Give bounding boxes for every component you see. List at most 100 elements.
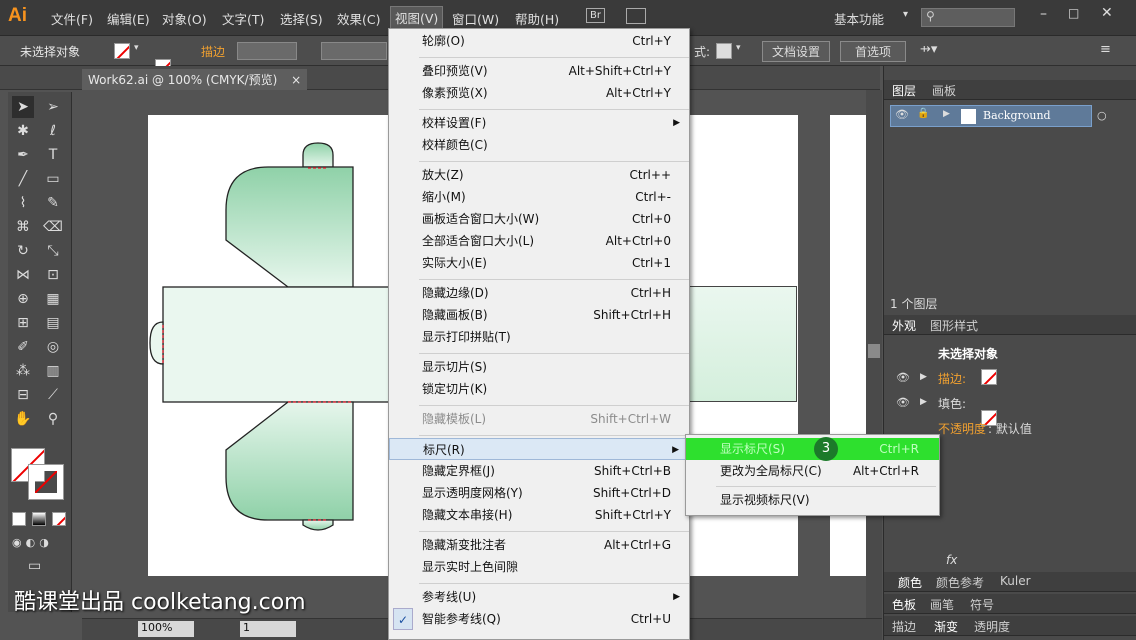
maximize-icon[interactable]: □ [1068, 6, 1079, 20]
menu-item-show-slices[interactable]: 显示切片(S) [389, 356, 689, 378]
gradient-mode-icon[interactable] [32, 512, 46, 526]
menu-item-hide-gradient-annotator[interactable]: 隐藏渐变批注者 Alt+Ctrl+G [389, 534, 689, 556]
scrollbar-thumb[interactable] [868, 344, 880, 358]
layer-name[interactable]: Background [983, 109, 1051, 122]
menu-help[interactable]: 帮助(H) [515, 9, 559, 28]
menu-view[interactable]: 视图(V) [390, 6, 444, 29]
selection-tool-icon[interactable]: ➤ [12, 96, 34, 118]
line-tool-icon[interactable]: ╱ [12, 168, 34, 190]
fill-swatch[interactable] [114, 43, 130, 59]
tab-kuler[interactable]: Kuler [1000, 574, 1031, 588]
preferences-button[interactable]: 首选项 [840, 41, 907, 62]
tab-graphic-styles[interactable]: 图形样式 [930, 317, 978, 334]
document-tab-close-icon[interactable]: × [291, 73, 301, 87]
stroke-visibility-icon[interactable]: 👁 [896, 371, 910, 384]
tab-gradient[interactable]: 渐变 [934, 618, 958, 635]
menu-item-fit-all[interactable]: 全部适合窗口大小(L) Alt+Ctrl+0 [389, 230, 689, 252]
slice-tool-icon[interactable]: ⟋ [42, 384, 64, 406]
stroke-weight-field[interactable] [237, 42, 297, 60]
menu-item-hide-text-threads[interactable]: 隐藏文本串接(H) Shift+Ctrl+Y [389, 504, 689, 526]
workspace-switcher[interactable]: 基本功能 [834, 9, 884, 28]
page-field[interactable]: 1 [240, 621, 296, 637]
fill-expand-icon[interactable]: ▶ [920, 397, 927, 407]
panel-menu-icon[interactable]: ≡ [1100, 42, 1111, 57]
expand-triangle-icon[interactable]: ▶ [943, 109, 950, 119]
scale-tool-icon[interactable]: ⤡ [42, 240, 64, 262]
menu-effect[interactable]: 效果(C) [337, 9, 380, 28]
width-tool-icon[interactable]: ⋈ [12, 264, 34, 286]
draw-inside-icon[interactable]: ◑ [39, 536, 49, 549]
tab-swatches[interactable]: 色板 [892, 596, 916, 613]
draw-behind-icon[interactable]: ◐ [26, 536, 36, 549]
free-transform-tool-icon[interactable]: ⊡ [42, 264, 64, 286]
appearance-stroke-swatch[interactable] [981, 369, 997, 385]
mesh-tool-icon[interactable]: ⊞ [12, 312, 34, 334]
target-circle-icon[interactable]: ○ [1097, 109, 1107, 122]
column-graph-tool-icon[interactable]: ▥ [42, 360, 64, 382]
eraser-tool-icon[interactable]: ⌫ [42, 216, 64, 238]
menu-select[interactable]: 选择(S) [280, 9, 323, 28]
tab-layers[interactable]: 图层 [892, 82, 916, 99]
menu-item-proof-colors[interactable]: 校样颜色(C) [389, 134, 689, 156]
color-mode-icon[interactable] [12, 512, 26, 526]
menu-object[interactable]: 对象(O) [162, 9, 207, 28]
hand-tool-icon[interactable]: ✋ [12, 408, 34, 430]
tab-symbols[interactable]: 符号 [970, 596, 994, 613]
document-tab[interactable]: Work62.ai @ 100% (CMYK/预览) × [82, 69, 308, 90]
bridge-button[interactable]: Br [586, 8, 605, 23]
stroke-color-box[interactable] [28, 464, 64, 500]
menu-item-outline[interactable]: 轮廓(O) Ctrl+Y [389, 30, 689, 52]
menu-item-zoom-in[interactable]: 放大(Z) Ctrl++ [389, 164, 689, 186]
menu-item-lock-slices[interactable]: 锁定切片(K) [389, 378, 689, 400]
variable-width-field[interactable] [321, 42, 387, 60]
fill-visibility-icon[interactable]: 👁 [896, 396, 910, 409]
menu-item-show-print-tiling[interactable]: 显示打印拼贴(T) [389, 326, 689, 348]
appearance-opacity-label[interactable]: 不透明度 [938, 420, 986, 437]
menu-edit[interactable]: 编辑(E) [107, 9, 150, 28]
menu-item-show-live-paint-gaps[interactable]: 显示实时上色间隙 [389, 556, 689, 578]
menu-type[interactable]: 文字(T) [222, 9, 264, 28]
menu-item-actual-size[interactable]: 实际大小(E) Ctrl+1 [389, 252, 689, 274]
magic-wand-tool-icon[interactable]: ✱ [12, 120, 34, 142]
menu-item-guides[interactable]: 参考线(U) ▶ [389, 586, 689, 608]
rectangle-tool-icon[interactable]: ▭ [42, 168, 64, 190]
stroke-expand-icon[interactable]: ▶ [920, 372, 927, 382]
menu-item-fit-artboard[interactable]: 画板适合窗口大小(W) Ctrl+0 [389, 208, 689, 230]
blob-brush-tool-icon[interactable]: ⌘ [12, 216, 34, 238]
arrange-documents-icon[interactable] [626, 8, 646, 24]
screen-mode-icon[interactable]: ▭ [28, 558, 41, 574]
symbol-sprayer-tool-icon[interactable]: ⁂ [12, 360, 34, 382]
fill-chevron-icon[interactable]: ▾ [134, 43, 139, 53]
isolation-icon[interactable]: ⇸▾ [920, 42, 937, 57]
direct-selection-tool-icon[interactable]: ➢ [42, 96, 64, 118]
tab-stroke[interactable]: 描边 [892, 618, 916, 635]
document-setup-button[interactable]: 文档设置 [762, 41, 831, 62]
workspace-chevron-icon[interactable]: ▾ [903, 9, 908, 20]
submenu-item-show-rulers[interactable]: 显示标尺(S) Ctrl+R 3 [686, 437, 939, 461]
menu-item-proof-setup[interactable]: 校样设置(F) ▶ [389, 112, 689, 134]
search-input[interactable]: ⚲ [921, 8, 1015, 27]
zoom-tool-icon[interactable]: ⚲ [42, 408, 64, 430]
perspective-grid-tool-icon[interactable]: ▦ [42, 288, 64, 310]
pen-tool-icon[interactable]: ✒ [12, 144, 34, 166]
vertical-scrollbar[interactable] [866, 90, 882, 618]
menu-item-hide-edges[interactable]: 隐藏边缘(D) Ctrl+H [389, 282, 689, 304]
menu-window[interactable]: 窗口(W) [452, 9, 499, 28]
menu-item-hide-bounding-box[interactable]: 隐藏定界框(J) Shift+Ctrl+B [389, 460, 689, 482]
appearance-stroke-label[interactable]: 描边: [938, 370, 966, 387]
menu-item-rulers[interactable]: 标尺(R) ▶ [389, 438, 689, 460]
tab-appearance[interactable]: 外观 [892, 317, 916, 334]
tab-color[interactable]: 颜色 [898, 574, 922, 591]
zoom-field[interactable]: 100% [138, 621, 194, 637]
stroke-label[interactable]: 描边 [201, 43, 225, 60]
eyedropper-tool-icon[interactable]: ✐ [12, 336, 34, 358]
shape-builder-tool-icon[interactable]: ⊕ [12, 288, 34, 310]
type-tool-icon[interactable]: T [42, 144, 64, 166]
none-mode-icon[interactable] [52, 512, 66, 526]
menu-item-show-transparency-grid[interactable]: 显示透明度网格(Y) Shift+Ctrl+D [389, 482, 689, 504]
rotate-tool-icon[interactable]: ↻ [12, 240, 34, 262]
lasso-tool-icon[interactable]: ℓ [42, 120, 64, 142]
pencil-tool-icon[interactable]: ✎ [42, 192, 64, 214]
tab-transparency[interactable]: 透明度 [974, 618, 1010, 635]
menu-item-hide-artboards[interactable]: 隐藏画板(B) Shift+Ctrl+H [389, 304, 689, 326]
